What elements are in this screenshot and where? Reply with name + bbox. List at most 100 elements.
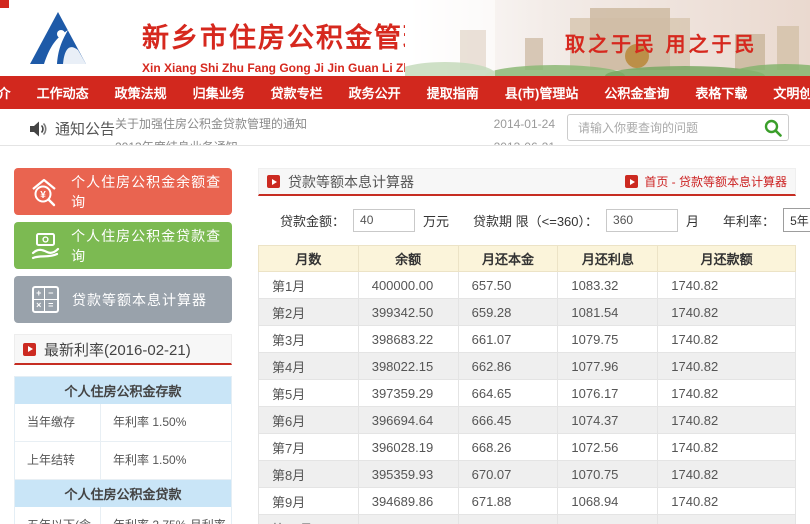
search-box [567,114,789,141]
cell-month: 第1月 [259,272,359,299]
loan-query-button[interactable]: 个人住房公积金贷款查询 [14,222,232,269]
play-icon [625,175,638,188]
cell-principal: 657.50 [458,272,558,299]
breadcrumb: 首页 - 贷款等额本息计算器 [617,173,787,190]
cell-principal: 673.70 [458,515,558,524]
main-nav: 首页 中心简介 工作动态 政策法规 归集业务 贷款专栏 政务公开 提取指南 县(… [0,76,810,109]
rate-select-value: 5年以上 [790,212,810,229]
cell-month: 第5月 [259,380,359,407]
sidebar: ¥ 个人住房公积金余额查询 个人住房公积金贷款查询 + − [14,168,232,330]
rates-table: 个人住房公积金存款 当年缴存 年利率 1.50% 上年结转 年利率 1.50% … [14,376,232,524]
nav-item-civilization[interactable]: 文明创建 [760,83,810,102]
notice-item-title[interactable]: 2013年度结息业务通知 [115,136,238,145]
term-input[interactable] [606,209,678,232]
calculator-icon: + − × = [28,286,62,313]
rate-row-value: 年利率 1.50% [101,442,231,479]
nav-item-collection[interactable]: 归集业务 [180,83,258,102]
nav-item-news[interactable]: 工作动态 [24,83,102,102]
table-row: 第1月 400000.00 657.50 1083.32 1740.82 [259,272,796,299]
calc-times: × [34,300,46,312]
notice-item-date: 2014-01-24 [494,113,555,136]
latest-rates-title: 最新利率(2016-02-21) [44,339,191,360]
notice-list: 关于加强住房公积金贷款管理的通知 2014-01-24 2013年度结息业务通知… [115,113,555,145]
cell-interest: 1079.75 [558,326,658,353]
term-label: 贷款期 限（<=360）： [473,211,598,230]
loan-calculator-button[interactable]: + − × = 贷款等额本息计算器 [14,276,232,323]
rate-select[interactable]: 5年以上 ▼ [783,208,810,232]
cell-month: 第3月 [259,326,359,353]
cell-interest: 1074.37 [558,407,658,434]
cell-balance: 397359.29 [358,380,458,407]
col-header-payment: 月还款额 [658,246,796,272]
banner-slogan: 取之于民 用之于民 [565,28,758,57]
cell-principal: 664.65 [458,380,558,407]
amortization-table: 月数 余额 月还本金 月还利息 月还款额 第1月 400000.00 657.5… [258,245,796,524]
notice-item-title[interactable]: 关于加强住房公积金贷款管理的通知 [115,113,307,136]
cell-interest: 1072.56 [558,434,658,461]
rates-section-deposit: 个人住房公积金存款 [15,377,231,404]
table-row: 第7月 396028.19 668.26 1072.56 1740.82 [259,434,796,461]
nav-item-gov-info[interactable]: 政务公开 [336,83,414,102]
notice-head: 通知公告 [30,118,115,139]
cell-interest: 1068.94 [558,488,658,515]
notice-item[interactable]: 关于加强住房公积金贷款管理的通知 2014-01-24 [115,113,555,136]
corner-decoration [0,0,9,8]
nav-item-withdraw-guide[interactable]: 提取指南 [414,83,492,102]
balance-query-label: 个人住房公积金余额查询 [71,172,232,212]
rate-row: 当年缴存 年利率 1.50% [15,404,231,442]
search-input[interactable] [568,115,758,140]
col-header-interest: 月还利息 [558,246,658,272]
cell-interest: 1081.54 [558,299,658,326]
cell-balance: 395359.93 [358,461,458,488]
rate-row: 五年以下(含五年) 年利率 2.75% 月利率 2.2917‰ [15,507,231,524]
cell-payment: 1740.82 [658,353,796,380]
notice-label: 通知公告 [55,118,115,139]
cell-month: 第4月 [259,353,359,380]
search-icon[interactable] [764,119,782,137]
breadcrumb-text[interactable]: 首页 - 贷款等额本息计算器 [644,173,787,190]
rate-row-value: 年利率 2.75% 月利率 2.2917‰ [101,507,231,524]
notice-item[interactable]: 2013年度结息业务通知 2013-06-21 [115,136,555,145]
rate-row-value: 年利率 1.50% [101,404,231,441]
nav-item-policy[interactable]: 政策法规 [102,83,180,102]
header-banner: 取之于民 用之于民 [405,0,810,76]
cell-principal: 662.86 [458,353,558,380]
calc-plus: + [34,288,46,300]
cell-month: 第6月 [259,407,359,434]
cell-month: 第9月 [259,488,359,515]
nav-item-about[interactable]: 中心简介 [0,83,24,102]
table-row: 第6月 396694.64 666.45 1074.37 1740.82 [259,407,796,434]
play-icon [267,175,280,188]
table-row: 第10月 394017.98 673.70 1067.12 1740.82 [259,515,796,524]
svg-text:¥: ¥ [40,190,46,201]
cell-payment: 1740.82 [658,272,796,299]
cell-balance: 394017.98 [358,515,458,524]
speaker-icon [30,121,48,137]
cell-payment: 1740.82 [658,380,796,407]
cell-balance: 396028.19 [358,434,458,461]
table-row: 第2月 399342.50 659.28 1081.54 1740.82 [259,299,796,326]
table-row: 第8月 395359.93 670.07 1070.75 1740.82 [259,461,796,488]
cell-balance: 400000.00 [358,272,458,299]
amount-label: 贷款金额： [280,211,345,230]
page: 新乡市住房公积金管理中心 Xin Xiang Shi Zhu Fang Gong… [0,0,810,524]
balance-query-button[interactable]: ¥ 个人住房公积金余额查询 [14,168,232,215]
rate-row-label: 上年结转 [15,442,101,479]
nav-item-loan[interactable]: 贷款专栏 [258,83,336,102]
cell-principal: 661.07 [458,326,558,353]
term-unit: 月 [686,211,699,230]
cell-payment: 1740.82 [658,488,796,515]
table-row: 第4月 398022.15 662.86 1077.96 1740.82 [259,353,796,380]
nav-item-forms-download[interactable]: 表格下载 [682,83,760,102]
hand-money-icon [28,231,61,261]
amount-input[interactable] [353,209,415,232]
nav-item-fund-query[interactable]: 公积金查询 [591,83,682,102]
table-row: 第3月 398683.22 661.07 1079.75 1740.82 [259,326,796,353]
site-header: 新乡市住房公积金管理中心 Xin Xiang Shi Zhu Fang Gong… [0,0,810,76]
col-header-principal: 月还本金 [458,246,558,272]
cell-interest: 1077.96 [558,353,658,380]
calculator-form: 贷款金额： 万元 贷款期 限（<=360）： 月 年利率： 5年以上 ▼ 计算 [258,206,796,234]
nav-item-county-stations[interactable]: 县(市)管理站 [492,83,592,102]
rate-label: 年利率： [723,211,775,230]
table-row: 第9月 394689.86 671.88 1068.94 1740.82 [259,488,796,515]
